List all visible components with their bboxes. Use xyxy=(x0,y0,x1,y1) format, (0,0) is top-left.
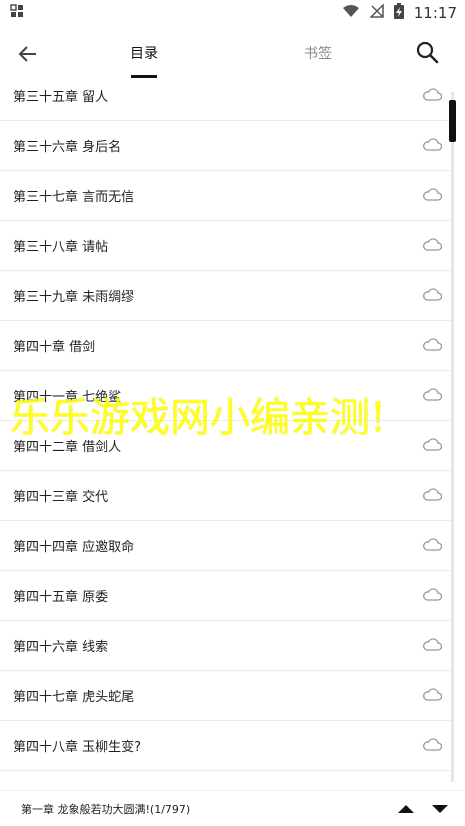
cloud-icon xyxy=(422,637,443,655)
chapter-row[interactable]: 第三十七章 言而无信 xyxy=(0,171,452,221)
cloud-icon xyxy=(422,237,443,255)
chapter-title: 第四十章 借剑 xyxy=(13,340,96,355)
cloud-icon xyxy=(422,587,443,605)
cloud-icon xyxy=(422,437,443,455)
cloud-icon xyxy=(422,337,443,355)
cloud-icon xyxy=(422,87,443,105)
chapter-title: 第四十四章 应邀取命 xyxy=(13,540,135,555)
scrollbar-track[interactable] xyxy=(451,92,454,782)
chapter-title: 第四十三章 交代 xyxy=(13,490,109,505)
chapter-row[interactable]: 第四十七章 虎头蛇尾 xyxy=(0,671,452,721)
cloud-icon xyxy=(422,287,443,305)
chapter-row[interactable]: 第三十六章 身后名 xyxy=(0,121,452,171)
cloud-icon xyxy=(422,537,443,555)
chapter-title: 第三十六章 身后名 xyxy=(13,140,122,155)
cloud-icon xyxy=(422,737,443,755)
chapter-title: 第四十六章 线索 xyxy=(13,640,109,655)
chapter-row[interactable]: 第四十八章 玉柳生变? xyxy=(0,721,452,771)
chapter-title: 第四十七章 虎头蛇尾 xyxy=(13,690,135,705)
chapter-title: 第四十八章 玉柳生变? xyxy=(13,740,142,755)
chapter-row[interactable]: 第四十章 借剑 xyxy=(0,321,452,371)
triangle-up-icon[interactable] xyxy=(395,802,417,816)
cloud-icon xyxy=(422,687,443,705)
current-chapter-info: 第一章 龙象般若功大圆满!(1/797) xyxy=(21,802,191,816)
chapter-row[interactable]: 第三十八章 请帖 xyxy=(0,221,452,271)
chapter-row[interactable]: 第四十四章 应邀取命 xyxy=(0,521,452,571)
chapter-row[interactable]: 第三十九章 未雨绸缪 xyxy=(0,271,452,321)
wifi-icon xyxy=(342,4,360,22)
chapter-title: 第四十五章 原委 xyxy=(13,590,109,605)
cloud-icon xyxy=(422,387,443,405)
chapter-row[interactable]: 第四十六章 线索 xyxy=(0,621,452,671)
chapter-row[interactable]: 第四十五章 原委 xyxy=(0,571,452,621)
clock: 11:17 xyxy=(413,4,457,22)
watermark: 乐乐游戏网小编亲测! xyxy=(10,395,387,441)
status-bar: 11:17 xyxy=(0,0,465,26)
cloud-icon xyxy=(422,187,443,205)
chapter-title: 第三十七章 言而无信 xyxy=(13,190,135,205)
chapter-row[interactable]: 第四十三章 交代 xyxy=(0,471,452,521)
chapter-title: 第三十八章 请帖 xyxy=(13,240,109,255)
chapter-title: 第三十九章 未雨绸缪 xyxy=(13,290,135,305)
no-signal-icon xyxy=(368,3,384,22)
chapter-row[interactable]: 第三十五章 留人 xyxy=(0,71,452,121)
cloud-icon xyxy=(422,137,443,155)
back-arrow-icon[interactable] xyxy=(14,40,42,68)
scrollbar-thumb[interactable] xyxy=(449,100,456,142)
search-icon[interactable] xyxy=(414,39,442,67)
battery-charging-icon xyxy=(393,3,404,23)
cloud-icon xyxy=(422,487,443,505)
bottom-bar: 第一章 龙象般若功大圆满!(1/797) xyxy=(0,790,465,826)
notification-icon xyxy=(10,4,24,22)
chapter-title: 第三十五章 留人 xyxy=(13,90,109,105)
triangle-down-icon[interactable] xyxy=(429,802,451,816)
